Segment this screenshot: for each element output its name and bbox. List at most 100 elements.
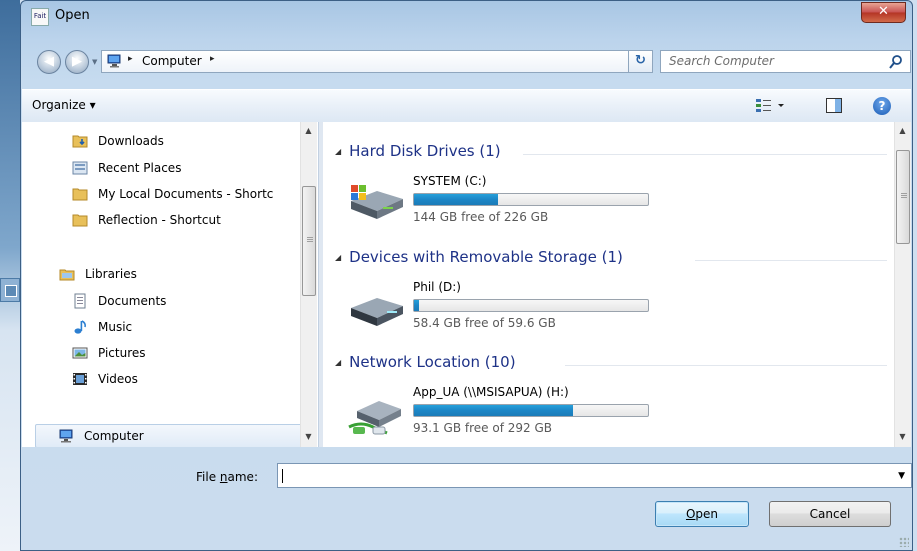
drive-name: SYSTEM (C:) <box>413 174 487 188</box>
music-icon <box>74 320 86 334</box>
nav-item-label: Downloads <box>98 134 164 148</box>
filename-label-part: File <box>196 470 220 484</box>
documents-icon <box>74 293 86 309</box>
app-icon: Fait <box>31 8 49 26</box>
folder-icon <box>72 188 88 201</box>
drive-name: Phil (D:) <box>413 280 461 294</box>
file-list-scrollbar[interactable]: ▲ ▼ <box>894 122 911 447</box>
organize-button[interactable]: Organize ▾ <box>32 98 96 112</box>
filename-input[interactable]: ▼ <box>277 463 912 488</box>
file-list: ◢ Hard Disk Drives (1) SYSTEM (C:) 144 GB… <box>323 122 894 447</box>
pictures-icon <box>72 347 88 359</box>
scroll-down-icon[interactable]: ▼ <box>895 432 910 441</box>
recent-pages-dropdown-icon[interactable]: ▼ <box>92 58 97 66</box>
back-button[interactable]: ◀ <box>37 50 61 74</box>
drive-free-space: 58.4 GB free of 59.6 GB <box>413 316 556 330</box>
nav-item-label: Videos <box>98 372 138 386</box>
group-divider <box>523 154 887 155</box>
navigation-pane: Downloads Recent Places My Local Documen… <box>22 122 320 447</box>
nav-item-label: Recent Places <box>98 161 182 175</box>
cancel-button[interactable]: Cancel <box>769 501 891 527</box>
nav-item-computer[interactable]: Computer <box>35 424 313 447</box>
nav-item-label: My Local Documents - Shortc <box>98 187 274 201</box>
drive-usage-bar <box>413 404 649 417</box>
folder-icon <box>72 214 88 227</box>
background-window-control <box>0 278 20 302</box>
group-header-network-location[interactable]: ◢ Network Location (10) <box>335 353 516 371</box>
scrollbar-thumb[interactable] <box>896 150 910 244</box>
back-arrow-icon: ◀ <box>44 54 54 69</box>
drive-free-space: 93.1 GB free of 292 GB <box>413 421 552 435</box>
collapse-triangle-icon[interactable]: ◢ <box>335 147 341 156</box>
open-button[interactable]: Open <box>655 501 749 527</box>
change-view-icon[interactable] <box>754 97 788 115</box>
group-divider <box>695 260 887 261</box>
breadcrumb-separator[interactable]: ▸ <box>210 54 215 64</box>
drive-usage-bar <box>413 193 649 206</box>
hard-drive-windows-icon <box>351 185 403 219</box>
window-title: Open <box>55 8 90 23</box>
nav-item-label: Documents <box>98 294 167 308</box>
drive-item[interactable]: App_UA (\\MSISAPUA) (H:) 93.1 GB free of… <box>347 385 649 445</box>
scroll-up-icon[interactable]: ▲ <box>895 126 910 135</box>
drive-name: App_UA (\\MSISAPUA) (H:) <box>413 385 569 399</box>
preview-pane-icon[interactable] <box>826 98 842 113</box>
computer-icon <box>59 429 73 443</box>
refresh-icon: ↻ <box>635 53 646 68</box>
drive-usage-fill <box>414 405 574 416</box>
navigation-pane-scrollbar[interactable]: ▲ ▼ <box>300 122 317 447</box>
drive-item[interactable]: SYSTEM (C:) 144 GB free of 226 GB <box>347 174 649 234</box>
collapse-triangle-icon[interactable]: ◢ <box>335 358 341 367</box>
drive-usage-fill <box>414 194 499 205</box>
downloads-folder-icon <box>72 135 88 148</box>
nav-item-label: Pictures <box>98 346 146 360</box>
nav-item-label: Reflection - Shortcut <box>98 213 221 227</box>
group-title: Devices with Removable Storage (1) <box>349 248 623 266</box>
filename-label-accel: n <box>219 470 228 484</box>
network-drive-icon <box>348 401 401 435</box>
command-bar: Organize ▾ ? <box>22 89 911 123</box>
text-caret <box>282 469 283 483</box>
group-header-hard-disk-drives[interactable]: ◢ Hard Disk Drives (1) <box>335 142 501 160</box>
group-divider <box>565 365 887 366</box>
videos-icon <box>73 373 87 385</box>
group-title: Network Location (10) <box>349 353 516 371</box>
drive-free-space: 144 GB free of 226 GB <box>413 210 549 224</box>
filename-dropdown-icon[interactable]: ▼ <box>898 471 905 481</box>
drive-usage-fill <box>414 300 419 311</box>
group-header-removable-storage[interactable]: ◢ Devices with Removable Storage (1) <box>335 248 623 266</box>
filename-label: File name: <box>196 470 258 484</box>
breadcrumb-computer[interactable]: Computer <box>142 54 202 68</box>
close-icon: ✕ <box>878 4 889 19</box>
refresh-button[interactable]: ↻ <box>628 50 653 73</box>
close-button[interactable]: ✕ <box>861 2 906 23</box>
forward-arrow-icon: ▶ <box>72 54 82 69</box>
drive-usage-bar <box>413 299 649 312</box>
removable-drive-icon <box>351 298 403 326</box>
nav-item-label: Music <box>98 320 133 334</box>
group-title: Hard Disk Drives (1) <box>349 142 501 160</box>
libraries-icon <box>59 269 75 281</box>
resize-grip[interactable] <box>899 537 909 547</box>
breadcrumb-separator[interactable]: ▸ <box>128 54 133 64</box>
search-icon <box>889 55 902 69</box>
forward-button[interactable]: ▶ <box>65 50 89 74</box>
address-bar[interactable]: ▸ Computer ▸ ▼ <box>101 50 648 73</box>
nav-item-label: Libraries <box>85 267 137 281</box>
scrollbar-thumb[interactable] <box>302 186 316 296</box>
help-icon[interactable]: ? <box>873 97 891 115</box>
open-dialog: Fait Open ✕ ◀ ▶ ▼ ▸ Computer ▸ ▼ ↻ Searc… <box>20 0 913 551</box>
search-input[interactable]: Search Computer <box>669 54 774 68</box>
nav-item-label: Computer <box>84 429 144 443</box>
open-label: pen <box>695 507 719 521</box>
background-window-edge <box>0 0 20 551</box>
search-box[interactable]: Search Computer <box>660 50 911 73</box>
collapse-triangle-icon[interactable]: ◢ <box>335 253 341 262</box>
scroll-down-icon[interactable]: ▼ <box>301 432 316 441</box>
computer-icon <box>107 54 121 68</box>
recent-places-icon <box>72 161 88 175</box>
filename-label-part: ame: <box>227 470 258 484</box>
title-bar: Fait Open ✕ <box>21 1 912 31</box>
drive-item[interactable]: Phil (D:) 58.4 GB free of 59.6 GB <box>347 280 649 340</box>
scroll-up-icon[interactable]: ▲ <box>301 126 316 135</box>
